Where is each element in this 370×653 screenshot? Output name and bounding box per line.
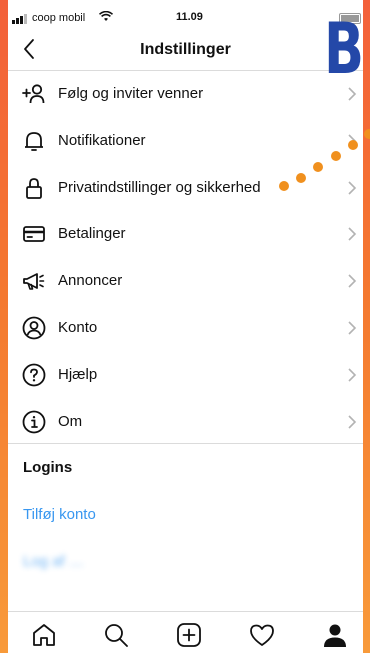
chevron-right-icon	[348, 321, 357, 335]
add-account-link[interactable]: Tilføj konto	[23, 506, 96, 523]
credit-card-icon	[23, 226, 45, 243]
menu-item-label: Notifikationer	[58, 131, 146, 149]
chevron-right-icon	[348, 368, 357, 382]
lock-icon	[26, 177, 42, 199]
menu-item-label: Hjælp	[58, 365, 98, 383]
logout-link[interactable]: Log af …	[23, 553, 84, 570]
search-icon[interactable]	[103, 622, 129, 648]
menu-item-about[interactable]: Om	[8, 399, 363, 446]
menu-item-label: Privatindstillinger og sikkerhed	[58, 178, 261, 196]
menu-item-account[interactable]: Konto	[8, 305, 363, 352]
chevron-right-icon	[348, 227, 357, 241]
menu-item-label: Følg og inviter venner	[58, 85, 204, 102]
carrier-name: coop mobil	[32, 12, 86, 24]
settings-screen: coop mobil 11.09 Indstillinger Følg og i…	[8, 0, 363, 653]
menu-item-follow-invite[interactable]: Følg og inviter venner	[8, 71, 363, 118]
help-icon	[22, 363, 46, 387]
bell-icon	[25, 131, 43, 151]
menu-item-label: Betalinger	[58, 225, 126, 243]
clock: 11.09	[176, 11, 203, 23]
menu-item-label: Annoncer	[58, 272, 123, 290]
chevron-right-icon	[348, 181, 357, 195]
heart-icon[interactable]	[249, 622, 275, 648]
add-post-icon[interactable]	[176, 622, 202, 648]
menu-item-ads[interactable]: Annoncer	[8, 258, 363, 305]
status-bar: coop mobil 11.09	[8, 0, 363, 34]
menu-item-payments[interactable]: Betalinger	[8, 211, 363, 258]
chevron-right-icon	[348, 134, 357, 148]
nav-header: Indstillinger	[8, 34, 363, 71]
signal-icon	[12, 14, 27, 24]
chevron-right-icon	[348, 415, 357, 429]
logins-section-title: Logins	[23, 459, 73, 476]
menu-item-notifications[interactable]: Notifikationer	[8, 118, 363, 165]
megaphone-icon	[23, 273, 45, 290]
profile-icon[interactable]	[322, 622, 348, 648]
account-icon	[22, 316, 46, 340]
add-person-icon	[22, 84, 45, 104]
chevron-right-icon	[348, 274, 357, 288]
bottom-tab-bar	[8, 611, 363, 653]
wifi-icon	[99, 11, 113, 21]
info-icon	[22, 410, 46, 433]
menu-item-privacy-security[interactable]: Privatindstillinger og sikkerhed	[8, 165, 363, 212]
menu-item-label: Konto	[58, 318, 98, 336]
settings-menu: Følg og inviter venner Notifikationer Pr…	[8, 71, 363, 445]
home-icon[interactable]	[31, 622, 57, 648]
menu-item-help[interactable]: Hjælp	[8, 352, 363, 399]
page-title: Indstillinger	[140, 41, 231, 58]
section-divider	[8, 443, 363, 444]
overlay-letter: B	[324, 8, 365, 90]
menu-item-label: Om	[58, 412, 83, 430]
